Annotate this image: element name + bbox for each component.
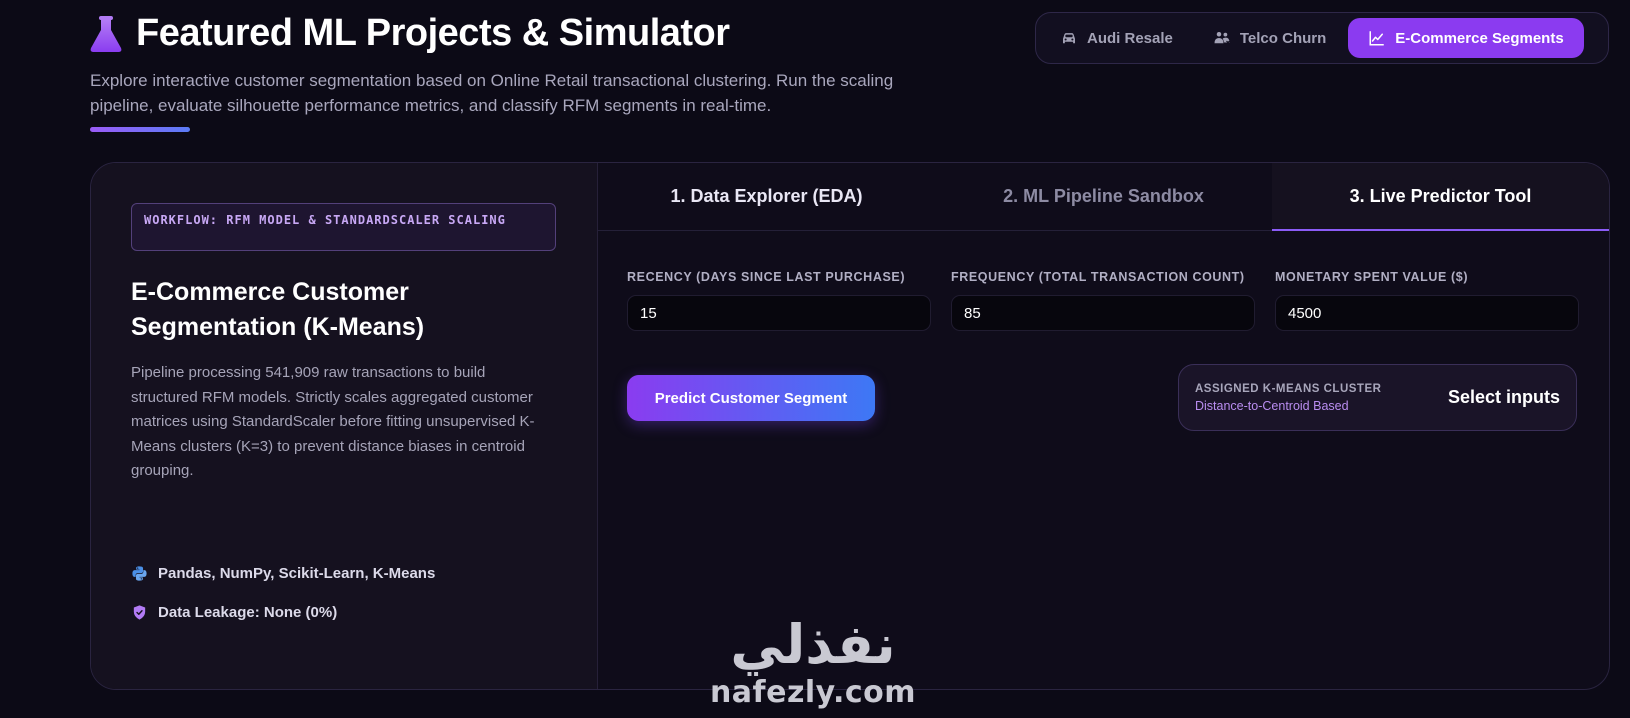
section-tabs: 1. Data Explorer (EDA) 2. ML Pipeline Sa…	[598, 163, 1609, 231]
tech-stack-label: Pandas, NumPy, Scikit-Learn, K-Means	[158, 565, 436, 582]
cluster-result-label: ASSIGNED K-MEANS CLUSTER	[1195, 382, 1382, 395]
project-title: E-Commerce Customer Segmentation (K-Mean…	[131, 278, 425, 341]
monetary-field: MONETARY SPENT VALUE ($)	[1275, 270, 1579, 331]
page-header: Featured ML Projects & Simulator	[88, 12, 730, 55]
project-tab-label: Telco Churn	[1239, 29, 1327, 47]
cluster-result-sublabel: Distance-to-Centroid Based	[1195, 398, 1349, 413]
workflow-badge: WORKFLOW: RFM MODEL & STANDARDSCALER SCA…	[131, 203, 556, 251]
frequency-field: FREQUENCY (TOTAL TRANSACTION COUNT)	[951, 270, 1255, 331]
cluster-result-box: ASSIGNED K-MEANS CLUSTER Distance-to-Cen…	[1178, 364, 1577, 431]
recency-label: RECENCY (DAYS SINCE LAST PURCHASE)	[627, 270, 906, 284]
tab-ml-pipeline-sandbox[interactable]: 2. ML Pipeline Sandbox	[935, 163, 1272, 230]
project-tab-label: E-Commerce Segments	[1395, 29, 1564, 47]
project-tab-label: Audi Resale	[1087, 29, 1173, 47]
monetary-input[interactable]	[1275, 295, 1579, 331]
accent-divider	[90, 127, 190, 132]
tab-live-predictor-tool[interactable]: 3. Live Predictor Tool	[1272, 163, 1609, 231]
shield-icon	[133, 605, 146, 620]
flask-icon	[88, 14, 124, 54]
page: Featured ML Projects & Simulator Explore…	[0, 0, 1630, 718]
tab-data-explorer[interactable]: 1. Data Explorer (EDA)	[598, 163, 935, 230]
users-icon	[1214, 32, 1230, 45]
cluster-result-value: Select inputs	[1447, 387, 1560, 407]
cluster-result-labels: ASSIGNED K-MEANS CLUSTER Distance-to-Cen…	[1195, 383, 1381, 413]
car-icon	[1063, 33, 1075, 44]
recency-field: RECENCY (DAYS SINCE LAST PURCHASE)	[627, 270, 931, 331]
project-info-panel: WORKFLOW: RFM MODEL & STANDARDSCALER SCA…	[91, 163, 598, 689]
python-icon	[132, 566, 147, 581]
monetary-label: MONETARY SPENT VALUE ($)	[1275, 270, 1469, 284]
project-tab-ecommerce-segments[interactable]: E-Commerce Segments	[1348, 18, 1584, 58]
page-title: Featured ML Projects & Simulator	[136, 12, 730, 54]
project-tab-audi-resale[interactable]: Audi Resale	[1042, 18, 1191, 58]
recency-input[interactable]	[627, 295, 931, 331]
project-card: WORKFLOW: RFM MODEL & STANDARDSCALER SCA…	[90, 162, 1610, 690]
project-tabs: Audi Resale Telco Churn E-Commerce Segme…	[1035, 12, 1609, 64]
tech-stack-row: Pandas, NumPy, Scikit-Learn, K-Means	[131, 565, 435, 582]
leakage-label: Data Leakage: None (0%)	[158, 604, 338, 621]
leakage-row: Data Leakage: None (0%)	[131, 604, 337, 621]
project-tab-telco-churn[interactable]: Telco Churn	[1195, 18, 1344, 58]
line-chart-icon	[1369, 31, 1385, 46]
frequency-input[interactable]	[951, 295, 1255, 331]
project-description: Pipeline processing 541,909 raw transact…	[131, 364, 535, 479]
frequency-label: FREQUENCY (TOTAL TRANSACTION COUNT)	[951, 270, 1245, 284]
page-subtitle: Explore interactive customer segmentatio…	[90, 71, 894, 115]
predict-segment-button[interactable]: Predict Customer Segment	[627, 375, 875, 421]
